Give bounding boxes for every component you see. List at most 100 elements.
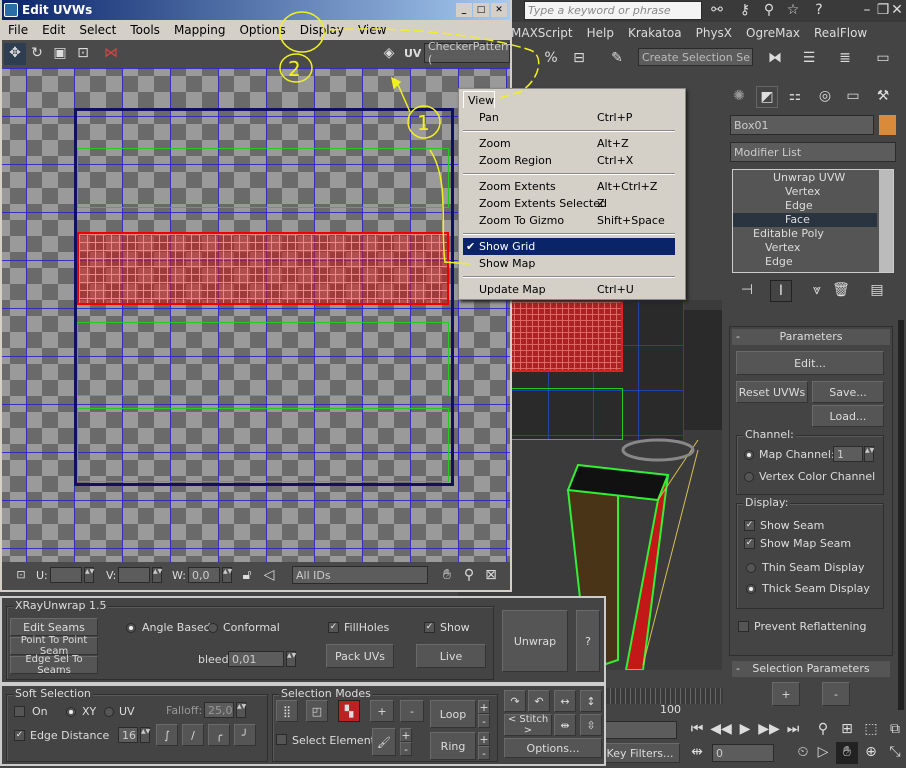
- motion-tab-icon[interactable]: ◎: [814, 86, 836, 108]
- lock-icon[interactable]: 🔓︎: [236, 565, 258, 587]
- selection-parameters-header[interactable]: - Selection Parameters: [732, 661, 890, 677]
- falloff-fast-out-button[interactable]: ╯: [234, 724, 256, 746]
- stack-item-vertex[interactable]: Vertex: [733, 185, 877, 199]
- filter-icon[interactable]: ◁: [258, 565, 280, 587]
- pin-stack-icon[interactable]: ⊣: [736, 280, 758, 302]
- menu-item-zoom[interactable]: Zoom Alt+Z: [463, 135, 675, 152]
- help-icon[interactable]: ?: [808, 0, 830, 22]
- previous-frame-icon[interactable]: ◀◀: [710, 719, 732, 741]
- zoom-extents-icon[interactable]: ⬚: [860, 719, 882, 741]
- uv-radio[interactable]: [104, 707, 114, 717]
- thick-seam-radio[interactable]: [746, 584, 756, 594]
- menu-maxscript[interactable]: MAXScript: [511, 26, 573, 40]
- stack-item-edge[interactable]: Edge: [733, 255, 877, 269]
- w-field[interactable]: 0,0: [188, 567, 220, 583]
- loop-button[interactable]: Loop: [430, 700, 476, 728]
- parameters-header[interactable]: - Parameters: [732, 329, 890, 345]
- align-icon[interactable]: ☰: [798, 48, 820, 70]
- stack-item-vertex[interactable]: Vertex: [733, 241, 877, 255]
- object-name-field[interactable]: Box01: [730, 115, 874, 135]
- falloff-smooth-button[interactable]: ∫: [156, 724, 178, 746]
- percent-snap-icon[interactable]: %: [540, 48, 562, 70]
- menu-item-zoom-region[interactable]: Zoom Region Ctrl+X: [463, 152, 675, 169]
- flip-vertical-button[interactable]: ↕: [580, 690, 602, 712]
- align-horizontal-button[interactable]: ⇹: [554, 714, 576, 736]
- zoom-icon[interactable]: ⚲: [458, 565, 480, 587]
- close-icon[interactable]: ✕: [888, 0, 906, 22]
- time-config-icon[interactable]: ⏲: [792, 742, 814, 764]
- go-to-start-icon[interactable]: ⏮: [686, 719, 708, 741]
- menu-item-show-map[interactable]: Show Map: [463, 255, 675, 272]
- conformal-radio[interactable]: [208, 623, 218, 633]
- zoom-viewport-icon[interactable]: ⚲: [812, 719, 834, 741]
- xy-radio[interactable]: [66, 707, 76, 717]
- rotate-cw-button[interactable]: ↷: [504, 690, 526, 712]
- close-button[interactable]: ✕: [491, 3, 507, 17]
- uv-label[interactable]: UV: [404, 47, 421, 60]
- key-icon[interactable]: ⚷: [734, 0, 756, 22]
- orbit-icon[interactable]: ⊕: [860, 742, 882, 764]
- align-vertical-button[interactable]: ⇳: [580, 714, 602, 736]
- satellite-icon[interactable]: ⚲: [758, 0, 780, 22]
- angle-based-radio[interactable]: [126, 623, 136, 633]
- menu-item-zoom-extents[interactable]: Zoom Extents Alt+Ctrl+Z: [463, 178, 675, 195]
- falloff-spinner[interactable]: ▲▼: [236, 702, 246, 718]
- menu-physx[interactable]: PhysX: [696, 26, 732, 40]
- show-end-result-icon[interactable]: I: [770, 280, 792, 302]
- ring-grow-button[interactable]: +: [478, 732, 490, 746]
- time-slider[interactable]: [605, 688, 723, 704]
- modifier-list-dropdown[interactable]: Modifier List: [730, 142, 896, 162]
- minimize-button[interactable]: _: [456, 3, 472, 17]
- mirror-icon[interactable]: ⧓: [764, 48, 786, 70]
- edge-distance-spinner[interactable]: ▲▼: [140, 727, 150, 743]
- edge-sel-to-seams-button[interactable]: Edge Sel To Seams: [10, 654, 98, 676]
- grow-selection-button[interactable]: +: [772, 682, 800, 706]
- menu-item-zoom-extents-selected[interactable]: Zoom Extents Selected Z: [463, 195, 675, 212]
- rotate-ccw-button[interactable]: ↶: [528, 690, 550, 712]
- key-filters-button[interactable]: Key Filters...: [600, 743, 680, 763]
- live-button[interactable]: Live: [416, 644, 486, 668]
- v-spinner[interactable]: ▲▼: [152, 567, 162, 583]
- search-input[interactable]: Type a keyword or phrase: [524, 1, 702, 20]
- u-field[interactable]: [50, 567, 82, 583]
- texture-dropdown[interactable]: CheckerPattern (: [424, 40, 512, 66]
- vertex-mode-button[interactable]: ⣿: [276, 700, 298, 722]
- absolute-offset-icon[interactable]: ⊡: [10, 565, 32, 587]
- help-button[interactable]: ?: [576, 610, 600, 672]
- menu-view[interactable]: View: [358, 23, 386, 37]
- ring-button[interactable]: Ring: [430, 732, 476, 760]
- load-button[interactable]: Load...: [812, 405, 884, 427]
- display-tab-icon[interactable]: ▭: [842, 86, 864, 108]
- expand-selection-button[interactable]: +: [370, 700, 394, 722]
- binoculars-icon[interactable]: ⚯: [706, 0, 728, 22]
- pack-uvs-button[interactable]: Pack UVs: [326, 644, 394, 668]
- uv-island[interactable]: [77, 148, 449, 208]
- map-channel-field[interactable]: 1: [833, 446, 863, 462]
- move-icon[interactable]: ✥: [4, 43, 26, 65]
- menu-item-pan[interactable]: Pan Ctrl+P: [463, 109, 675, 126]
- stack-item-face[interactable]: Face: [733, 213, 877, 227]
- selected-uv-faces[interactable]: [77, 232, 449, 305]
- menu-select[interactable]: Select: [79, 23, 116, 37]
- soft-on-checkbox[interactable]: [14, 706, 25, 717]
- options-button[interactable]: Options...: [504, 738, 602, 758]
- stitch-button[interactable]: < Stitch >: [504, 714, 552, 736]
- pan-icon[interactable]: ✋︎: [436, 565, 458, 587]
- thin-seam-radio[interactable]: [746, 563, 756, 573]
- field-of-view-icon[interactable]: ▷: [812, 742, 834, 764]
- menu-item-zoom-to-gizmo[interactable]: Zoom To Gizmo Shift+Space: [463, 212, 675, 229]
- star-icon[interactable]: ☆: [782, 0, 804, 22]
- edit-button[interactable]: Edit...: [736, 351, 884, 375]
- paint-size-down-button[interactable]: -: [400, 742, 412, 756]
- key-mode-dropdown[interactable]: [605, 721, 677, 739]
- menu-options[interactable]: Options: [239, 23, 285, 37]
- command-panel-scrollbar[interactable]: [898, 320, 904, 710]
- map-channel-spinner[interactable]: ▲▼: [864, 446, 874, 462]
- object-color-swatch[interactable]: [879, 115, 896, 135]
- v-field[interactable]: [118, 567, 150, 583]
- named-selection-dropdown[interactable]: Create Selection Se: [638, 48, 753, 66]
- fillholes-checkbox[interactable]: ✓: [328, 622, 339, 633]
- menu-tools[interactable]: Tools: [130, 23, 160, 37]
- loop-grow-button[interactable]: +: [478, 700, 490, 714]
- select-element-checkbox[interactable]: [276, 734, 287, 745]
